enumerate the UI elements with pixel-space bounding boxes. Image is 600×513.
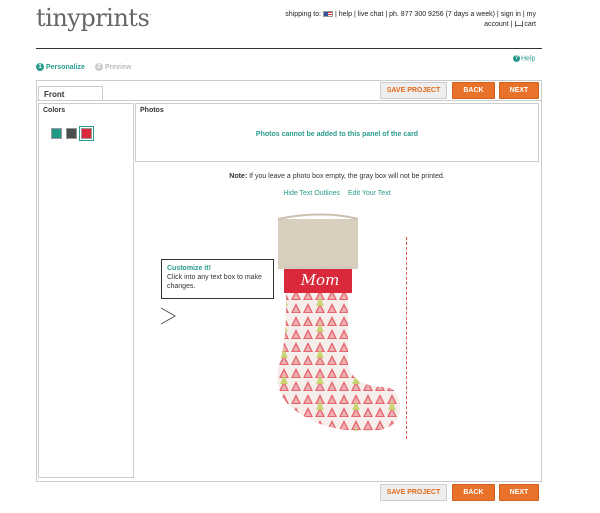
tinyprints-logo[interactable]: tinyprints. — [36, 4, 151, 32]
top-navigation: shipping to: | help | live chat | ph. 87… — [285, 11, 536, 28]
stocking-pattern-accent — [277, 269, 400, 431]
chevron-right-icon — [160, 307, 177, 325]
next-button-top[interactable]: NEXT — [499, 82, 539, 99]
step-label: Preview — [104, 63, 132, 71]
colors-panel: Colors — [38, 103, 134, 478]
trim-guide — [406, 237, 407, 439]
shipping-label: shipping to: — [285, 11, 322, 18]
live-chat-link[interactable]: live chat — [358, 11, 384, 18]
tab-divider — [36, 100, 542, 101]
photos-title: Photos — [140, 107, 164, 114]
step-number: 1 — [36, 63, 44, 71]
step-preview[interactable]: 2 Preview — [94, 63, 132, 71]
note-text: If you leave a photo box empty, the gray… — [249, 173, 445, 180]
help-link[interactable]: help — [339, 11, 352, 18]
tooltip-title: Customize it! — [167, 265, 211, 272]
swatch-charcoal[interactable] — [66, 128, 77, 139]
tab-front[interactable]: Front — [38, 86, 103, 101]
colors-title: Colors — [43, 107, 66, 114]
stocking-cuff — [278, 219, 358, 269]
progress-steps: 1 Personalize 2 Preview — [36, 63, 139, 71]
us-flag-icon[interactable] — [323, 11, 334, 18]
color-swatches — [51, 126, 96, 141]
stocking-cuff-edge — [277, 213, 359, 220]
stocking-card-preview[interactable]: Mom — [266, 211, 406, 443]
help-icon: ? — [513, 55, 520, 62]
step-label: Personalize — [46, 63, 85, 71]
phone-number: ph. 877 300 9256 (7 days a week) — [389, 11, 495, 18]
swatch-teal[interactable] — [51, 128, 62, 139]
step-number: 2 — [94, 63, 103, 71]
save-project-button-top[interactable]: SAVE PROJECT — [380, 82, 447, 99]
next-button-bottom[interactable]: NEXT — [499, 484, 539, 501]
cart-icon[interactable] — [514, 20, 524, 28]
logo-mark: . — [149, 10, 151, 17]
help-button[interactable]: ? Help — [513, 55, 535, 62]
customize-tooltip: Customize it! Click into any text box to… — [161, 259, 274, 299]
step-personalize[interactable]: 1 Personalize — [36, 63, 85, 71]
back-button-top[interactable]: BACK — [452, 82, 495, 99]
cart-link[interactable]: cart — [524, 21, 536, 28]
stocking-name-text[interactable]: Mom — [300, 271, 340, 289]
back-button-bottom[interactable]: BACK — [452, 484, 495, 501]
logo-text: tinyprints — [36, 4, 150, 32]
photos-message: Photos cannot be added to this panel of … — [255, 131, 419, 138]
photo-note: Note: If you leave a photo box empty, th… — [135, 173, 539, 180]
save-project-button-bottom[interactable]: SAVE PROJECT — [380, 484, 447, 501]
header-divider — [36, 48, 542, 49]
tooltip-body: Click into any text box to make changes. — [167, 274, 262, 290]
sign-in-link[interactable]: sign in — [501, 11, 521, 18]
help-label: Help — [521, 55, 536, 63]
note-label: Note: — [229, 173, 248, 180]
hide-text-outlines-link[interactable]: Hide Text Outlines — [283, 190, 340, 197]
swatch-red[interactable] — [79, 126, 94, 141]
photos-panel: Photos Photos cannot be added to this pa… — [135, 103, 539, 162]
edit-your-text-link[interactable]: Edit Your Text — [348, 190, 391, 197]
text-links: Hide Text Outlines Edit Your Text — [135, 190, 539, 197]
